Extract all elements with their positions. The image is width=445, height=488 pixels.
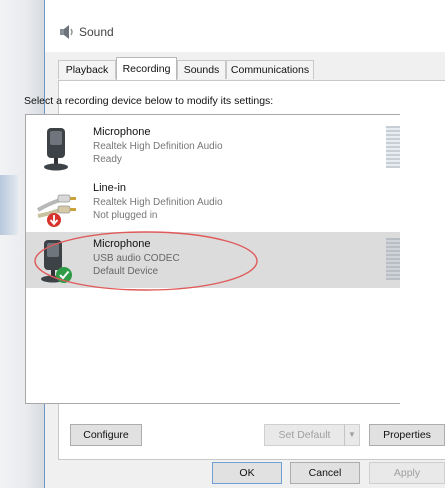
- speaker-icon: [60, 25, 73, 39]
- recording-device-list[interactable]: Microphone Realtek High Definition Audio…: [25, 114, 400, 404]
- set-default-button[interactable]: Set Default: [264, 424, 345, 446]
- chevron-down-icon[interactable]: ▼: [344, 424, 360, 446]
- tab-sounds[interactable]: Sounds: [177, 60, 226, 79]
- tab-strip: Playback Recording Sounds Communications: [45, 57, 445, 80]
- line-in-cable-icon: [36, 194, 76, 227]
- device-driver: USB audio CODEC: [93, 253, 180, 264]
- tab-recording[interactable]: Recording: [116, 57, 177, 80]
- ok-button[interactable]: OK: [212, 462, 282, 484]
- device-row-microphone-realtek[interactable]: Microphone Realtek High Definition Audio…: [26, 120, 400, 176]
- set-default-split-button[interactable]: Set Default ▼: [264, 424, 360, 446]
- device-status: Ready: [93, 154, 122, 165]
- properties-button[interactable]: Properties: [369, 424, 445, 446]
- device-row-line-in[interactable]: Line-in Realtek High Definition Audio No…: [26, 176, 400, 232]
- device-driver: Realtek High Definition Audio: [93, 197, 223, 208]
- cancel-button[interactable]: Cancel: [290, 462, 360, 484]
- device-name: Microphone: [93, 238, 151, 250]
- device-name: Microphone: [93, 126, 151, 138]
- microphone-icon: [44, 128, 68, 171]
- instruction-text: Select a recording device below to modif…: [24, 95, 274, 107]
- device-driver: Realtek High Definition Audio: [93, 141, 223, 152]
- device-name: Line-in: [93, 182, 127, 194]
- title-bar: Sound: [45, 0, 445, 52]
- level-meter: [386, 126, 400, 168]
- tab-communications[interactable]: Communications: [226, 60, 314, 79]
- microphone-icon: [41, 240, 72, 283]
- apply-button[interactable]: Apply: [369, 462, 445, 484]
- device-row-microphone-usb[interactable]: Microphone USB audio CODEC Default Devic…: [26, 232, 400, 288]
- configure-button[interactable]: Configure: [70, 424, 142, 446]
- green-check-badge: [56, 267, 72, 283]
- red-down-arrow-badge: [47, 213, 61, 227]
- window-title: Sound: [79, 25, 114, 39]
- device-status: Default Device: [93, 266, 159, 277]
- level-meter: [386, 238, 400, 280]
- device-status: Not plugged in: [93, 210, 158, 221]
- background-window-edge: [0, 175, 18, 235]
- tab-playback[interactable]: Playback: [58, 60, 116, 79]
